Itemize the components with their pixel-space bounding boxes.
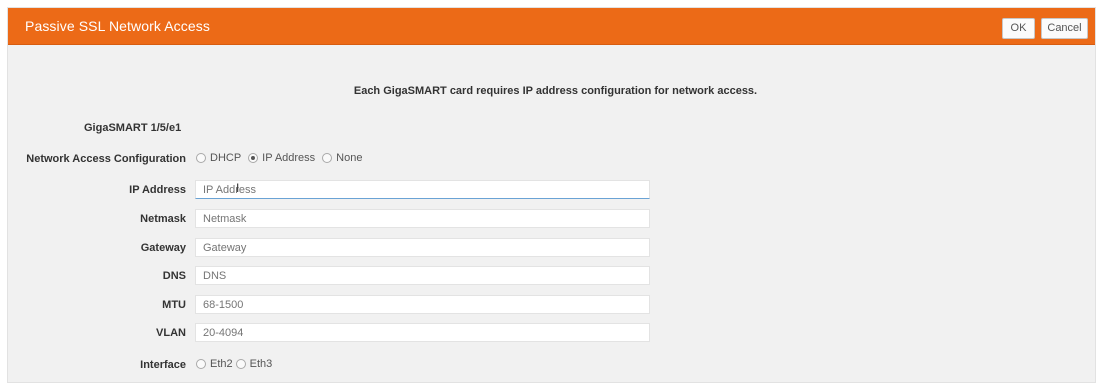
dns-label: DNS [162,270,186,282]
radio-eth3-label: Eth3 [249,358,273,370]
vlan-label: VLAN [156,327,186,339]
network-access-radio-group: DHCP IP Address None [196,152,369,164]
radio-dhcp-label: DHCP [210,152,242,164]
radio-dhcp-circle[interactable] [196,153,206,163]
netmask-input[interactable] [195,209,650,228]
radio-ip-address[interactable]: IP Address [248,152,315,164]
interface-label: Interface [140,359,186,371]
vlan-input[interactable] [195,323,650,342]
radio-eth2[interactable]: Eth2 [196,358,233,370]
passive-ssl-dialog: Passive SSL Network Access OK Cancel Eac… [7,7,1096,383]
ip-address-label: IP Address [129,184,186,196]
netmask-label: Netmask [140,213,186,225]
radio-none[interactable]: None [322,152,362,164]
radio-dhcp[interactable]: DHCP [196,152,241,164]
ip-address-input[interactable] [195,180,650,199]
dialog-header: Passive SSL Network Access OK Cancel [8,8,1095,45]
dialog-title: Passive SSL Network Access [25,18,210,34]
mtu-input[interactable] [195,295,650,314]
cancel-button[interactable]: Cancel [1041,18,1088,39]
network-access-row: Network Access Configuration DHCP IP Add… [8,149,1095,169]
radio-none-label: None [336,152,363,164]
gateway-input[interactable] [195,238,650,257]
text-cursor-icon: I [236,181,240,195]
gateway-label: Gateway [140,242,186,254]
radio-ip-address-label: IP Address [262,152,316,164]
dns-input[interactable] [195,266,650,285]
gigasmart-card-label: GigaSMART 1/5/e1 [84,122,182,134]
radio-none-circle[interactable] [322,153,333,163]
interface-radio-group: Eth2 Eth3 [196,358,279,370]
radio-eth3[interactable]: Eth3 [235,358,273,370]
network-access-label: Network Access Configuration [26,153,186,165]
radio-eth3-circle[interactable] [235,359,246,369]
radio-eth2-label: Eth2 [210,358,233,370]
mtu-label: MTU [162,299,186,311]
radio-ip-address-circle[interactable] [248,153,259,163]
vlan-row: VLAN [8,323,1095,343]
mtu-row: MTU [8,295,1095,315]
dns-row: DNS [8,266,1095,286]
ip-address-row: IP Address I [8,180,1095,200]
ok-button[interactable]: OK [1002,18,1035,39]
interface-row: Interface Eth2 Eth3 [8,355,1095,375]
netmask-row: Netmask [8,209,1095,229]
radio-eth2-circle[interactable] [196,359,206,369]
gateway-row: Gateway [8,238,1095,258]
intro-text: Each GigaSMART card requires IP address … [353,85,758,97]
